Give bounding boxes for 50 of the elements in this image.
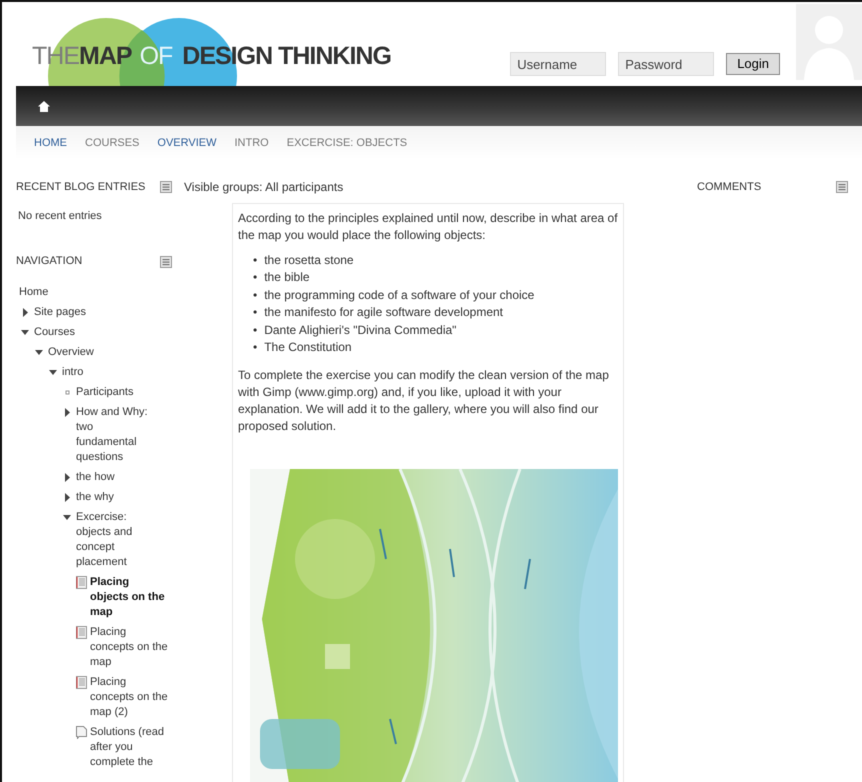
bullet-marker: • bbox=[253, 339, 258, 356]
tree-link[interactable]: Solutions (read after you complete the bbox=[90, 724, 170, 770]
collapse-icon[interactable] bbox=[160, 256, 172, 268]
document-icon[interactable] bbox=[75, 726, 88, 738]
list-item: the programming code of a software of your choice bbox=[264, 286, 534, 304]
intro-paragraph: According to the principles explained until now, describe in what area of the map you would place the following objects: bbox=[238, 210, 618, 244]
tree-link[interactable]: Placing objects on the map bbox=[90, 574, 170, 620]
tree-link[interactable]: How and Why: two fundamental questions bbox=[76, 404, 156, 464]
tree-link[interactable]: Placing concepts on the map bbox=[90, 624, 170, 670]
collapse-icon[interactable] bbox=[160, 181, 172, 193]
breadcrumb-link[interactable]: EXCERCISE: OBJECTS bbox=[286, 134, 408, 152]
groups-label: Visible groups: All participants bbox=[184, 179, 344, 196]
list-item: The Constitution bbox=[264, 339, 352, 356]
block-title: COMMENTS bbox=[697, 180, 762, 195]
tree-link[interactable]: Excercise: objects and concept placement bbox=[76, 510, 156, 570]
username-field[interactable]: Username bbox=[510, 52, 606, 76]
tree-link[interactable]: the why bbox=[76, 490, 114, 504]
block-title: NAVIGATION bbox=[16, 254, 82, 270]
bullet-marker: • bbox=[253, 322, 258, 338]
breadcrumb-link[interactable]: COURSES bbox=[85, 134, 140, 152]
tree-link[interactable]: Participants bbox=[76, 384, 134, 400]
tree-link[interactable]: Site pages bbox=[34, 304, 86, 320]
breadcrumb-link[interactable]: HOME bbox=[34, 134, 67, 152]
list-item: the bible bbox=[264, 269, 310, 286]
logo-word: MAP bbox=[79, 42, 132, 71]
page-icon[interactable] bbox=[75, 576, 88, 588]
tree-link[interactable]: Courses bbox=[34, 324, 75, 340]
page-icon[interactable] bbox=[75, 626, 88, 638]
breadcrumb-link[interactable]: INTRO bbox=[234, 134, 269, 152]
tree-link[interactable]: Placing concepts on the map (2) bbox=[90, 674, 170, 720]
home-icon[interactable] bbox=[38, 100, 50, 112]
tree-link[interactable]: Overview bbox=[48, 344, 94, 360]
list-item: Dante Alighieri's "Divina Commedia" bbox=[264, 322, 456, 338]
list-item: the rosetta stone bbox=[264, 252, 354, 268]
tree-link[interactable]: intro bbox=[62, 364, 84, 380]
bullet-marker: • bbox=[253, 304, 258, 321]
breadcrumb-link[interactable]: OVERVIEW bbox=[157, 134, 216, 152]
bullet-marker: • bbox=[253, 252, 258, 268]
tree-link[interactable]: the how bbox=[76, 470, 115, 484]
empty-message: No recent entries bbox=[17, 209, 103, 224]
bullet-marker: • bbox=[253, 269, 258, 286]
login-button[interactable]: Login bbox=[726, 53, 780, 75]
tree-link[interactable]: Home bbox=[19, 284, 48, 300]
instructions-paragraph: To complete the exercise you can modify the clean version of the map with Gimp (www.gimp.org) and, if you like, upload it with your explanation. We will add it to the gallery, where you will also find our proposed solution. bbox=[238, 366, 610, 434]
bullet-marker: • bbox=[253, 286, 258, 304]
list-item: the manifesto for agile software development bbox=[264, 304, 504, 321]
block-title: RECENT BLOG ENTRIES bbox=[16, 180, 146, 195]
password-field[interactable]: Password bbox=[618, 52, 714, 76]
collapse-icon[interactable] bbox=[836, 181, 848, 193]
page-icon[interactable] bbox=[75, 676, 88, 688]
